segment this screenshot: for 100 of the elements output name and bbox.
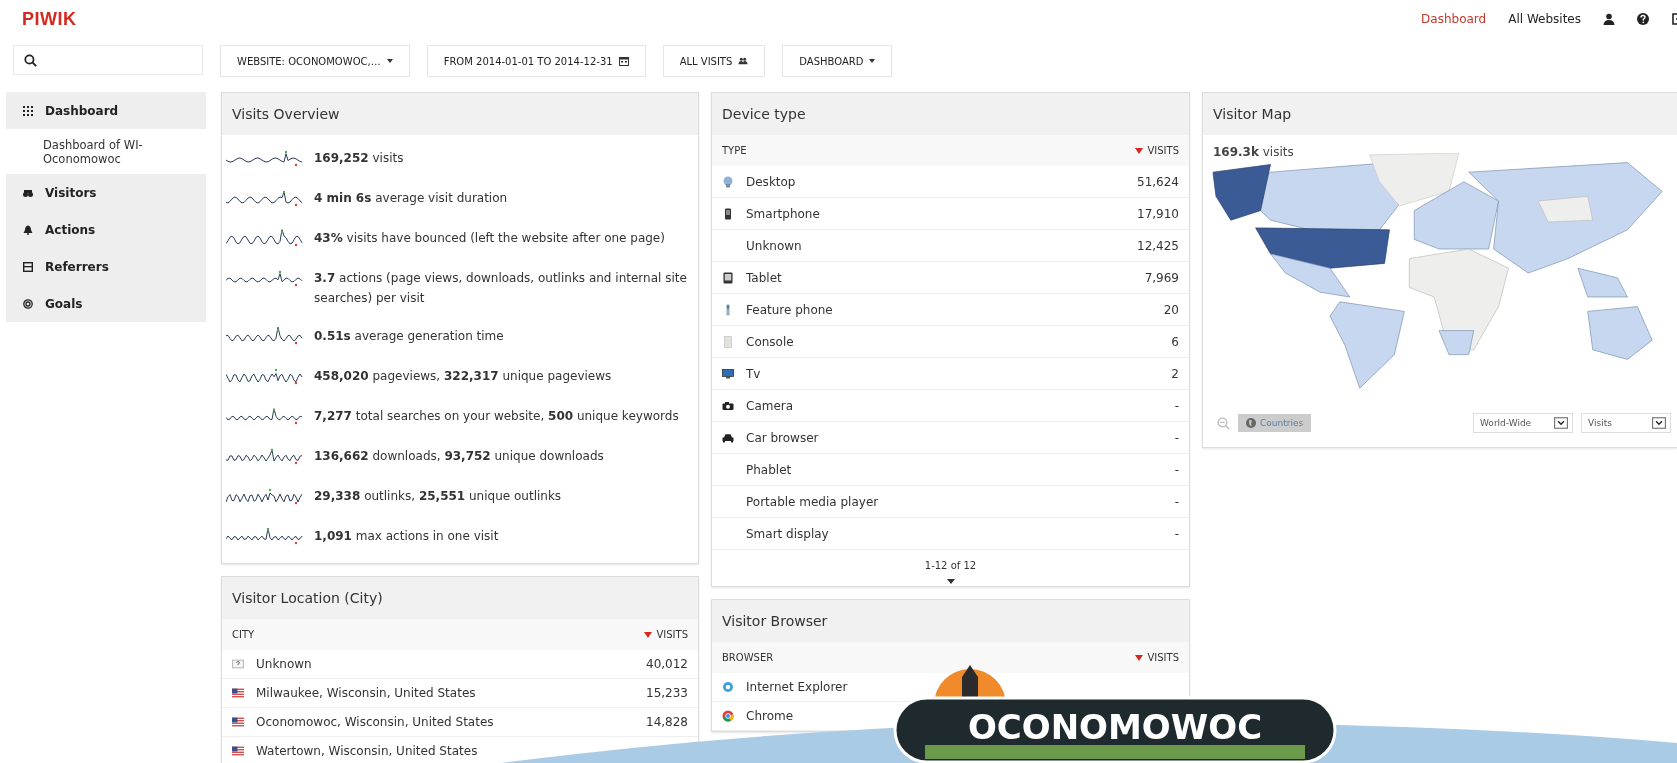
table-cell: 20 bbox=[1163, 302, 1179, 317]
table-cell: 7,969 bbox=[1144, 270, 1179, 285]
metric-text: 3.7 actions (page views, downloads, outlinks and internal site searches) per visit bbox=[314, 270, 688, 307]
page-icon bbox=[23, 261, 33, 272]
column-header[interactable]: VISITS bbox=[1135, 145, 1179, 156]
sidebar-item[interactable]: Goals bbox=[6, 285, 206, 322]
search-icon bbox=[24, 53, 37, 67]
metric-text: 136,662 downloads, 93,752 unique downloads bbox=[314, 448, 605, 465]
expand-icon[interactable] bbox=[946, 579, 955, 584]
sidebar-item[interactable]: Referrers bbox=[6, 248, 206, 285]
caret-icon bbox=[386, 59, 393, 63]
widget-title: Visits Overview bbox=[222, 93, 698, 135]
column-header[interactable]: TYPE bbox=[722, 145, 747, 156]
help-icon[interactable] bbox=[1637, 13, 1649, 25]
widget-title: Visitor Browser bbox=[712, 600, 1189, 642]
metric-text: 29,338 outlinks, 25,551 unique outlinks bbox=[314, 488, 563, 505]
widget-title: Device type bbox=[712, 93, 1189, 135]
target-icon bbox=[23, 298, 33, 309]
table-cell: Camera bbox=[746, 398, 794, 413]
table-cell: Tv bbox=[746, 366, 761, 381]
sidebar-subitem[interactable]: Dashboard of WI-Oconomowoc bbox=[6, 129, 206, 174]
table-cell: 40,012 bbox=[646, 657, 688, 671]
sparkline[interactable] bbox=[226, 326, 304, 346]
column-header[interactable]: VISITS bbox=[644, 629, 688, 640]
table-cell: Portable media player bbox=[746, 494, 879, 509]
flag-icon bbox=[232, 716, 244, 728]
column-header[interactable]: VISITS bbox=[1135, 652, 1179, 663]
sparkline[interactable] bbox=[226, 268, 304, 288]
sidebar-item[interactable]: Visitors bbox=[6, 174, 206, 211]
select-field[interactable]: Visits bbox=[1581, 413, 1671, 433]
filter-button[interactable]: WEBSITE: OCONOMOWOC,… bbox=[220, 45, 410, 77]
metric-text: 169,252 visits bbox=[314, 150, 405, 167]
widget-title: Visitor Map bbox=[1203, 93, 1677, 135]
sort-icon bbox=[1135, 147, 1144, 154]
bell-icon bbox=[23, 224, 33, 235]
sparkline[interactable] bbox=[226, 188, 304, 208]
widget-title: Visitor Location (City) bbox=[222, 577, 698, 619]
table-cell: - bbox=[1174, 462, 1179, 477]
sparkline[interactable] bbox=[226, 446, 304, 466]
tv-icon bbox=[722, 367, 734, 380]
nav-link[interactable]: Dashboard bbox=[1421, 12, 1487, 26]
column-header[interactable]: BROWSER bbox=[722, 652, 774, 663]
column-header[interactable]: CITY bbox=[232, 629, 255, 640]
sort-icon bbox=[1135, 654, 1144, 661]
sparkline[interactable] bbox=[226, 406, 304, 426]
app-logo[interactable]: PIWIK bbox=[22, 8, 77, 30]
logo-text: OCONOMOWOC bbox=[967, 707, 1263, 747]
flag-icon bbox=[232, 687, 244, 699]
binoculars-icon bbox=[23, 187, 33, 198]
map-summary: 169.3k visits bbox=[1213, 145, 1294, 159]
sparkline[interactable] bbox=[226, 366, 304, 386]
table-cell: 17,910 bbox=[1137, 206, 1179, 221]
browser-icon bbox=[722, 681, 734, 693]
caret-icon bbox=[869, 59, 876, 63]
people-icon bbox=[738, 56, 749, 66]
sparkline[interactable] bbox=[226, 486, 304, 506]
table-cell: Tablet bbox=[746, 270, 782, 285]
chevron-down-icon bbox=[1652, 417, 1666, 429]
table-cell: Internet Explorer bbox=[746, 680, 848, 694]
calendar-icon bbox=[618, 56, 629, 66]
sidebar-item[interactable]: Dashboard bbox=[6, 92, 206, 129]
camera-icon bbox=[722, 399, 734, 412]
sparkline[interactable] bbox=[226, 526, 304, 546]
table-cell: Chrome bbox=[746, 709, 794, 723]
flag-icon bbox=[232, 745, 244, 757]
nav-link[interactable]: All Websites bbox=[1508, 12, 1581, 26]
sparkline[interactable] bbox=[226, 148, 304, 168]
table-cell: - bbox=[1174, 494, 1179, 509]
table-cell: Smartphone bbox=[746, 206, 820, 221]
table-cell: Oconomowoc, Wisconsin, United States bbox=[256, 715, 494, 729]
browser-icon bbox=[722, 710, 734, 722]
select-field[interactable]: World-Wide bbox=[1473, 413, 1573, 433]
table-cell: Smart display bbox=[746, 526, 829, 541]
table-cell: 15,233 bbox=[646, 686, 688, 700]
metric-text: 0.51s average generation time bbox=[314, 328, 505, 345]
table-cell: 14,828 bbox=[646, 715, 688, 729]
filter-button[interactable]: FROM 2014-01-01 TO 2014-12-31 bbox=[426, 45, 646, 77]
table-cell: 12,425 bbox=[1137, 238, 1179, 253]
filter-button[interactable]: DASHBOARD bbox=[782, 45, 893, 77]
chevron-down-icon bbox=[1554, 417, 1568, 429]
table-cell: 6 bbox=[1171, 334, 1179, 349]
table-cell: Car browser bbox=[746, 430, 819, 445]
desktop-icon bbox=[722, 175, 734, 188]
table-cell: - bbox=[1174, 526, 1179, 541]
sidebar-item[interactable]: Actions bbox=[6, 211, 206, 248]
globe-icon bbox=[1246, 418, 1256, 428]
tablet-icon bbox=[722, 271, 734, 284]
table-cell: Phablet bbox=[746, 462, 792, 477]
pagination-text: 1-12 of 12 bbox=[924, 560, 977, 571]
metric-text: 458,020 pageviews, 322,317 unique pageviews bbox=[314, 368, 613, 385]
smartphone-icon bbox=[722, 207, 734, 220]
car-icon bbox=[722, 431, 734, 444]
sort-icon bbox=[644, 631, 653, 638]
metric-text: 7,277 total searches on your website, 500 unique keywords bbox=[314, 408, 680, 425]
metric-text: 4 min 6s average visit duration bbox=[314, 190, 509, 207]
user-icon[interactable] bbox=[1603, 13, 1615, 25]
filter-button[interactable]: ALL VISITS bbox=[662, 45, 766, 77]
table-cell: 51,624 bbox=[1137, 174, 1179, 189]
search-field[interactable] bbox=[13, 45, 203, 75]
sparkline[interactable] bbox=[226, 228, 304, 248]
